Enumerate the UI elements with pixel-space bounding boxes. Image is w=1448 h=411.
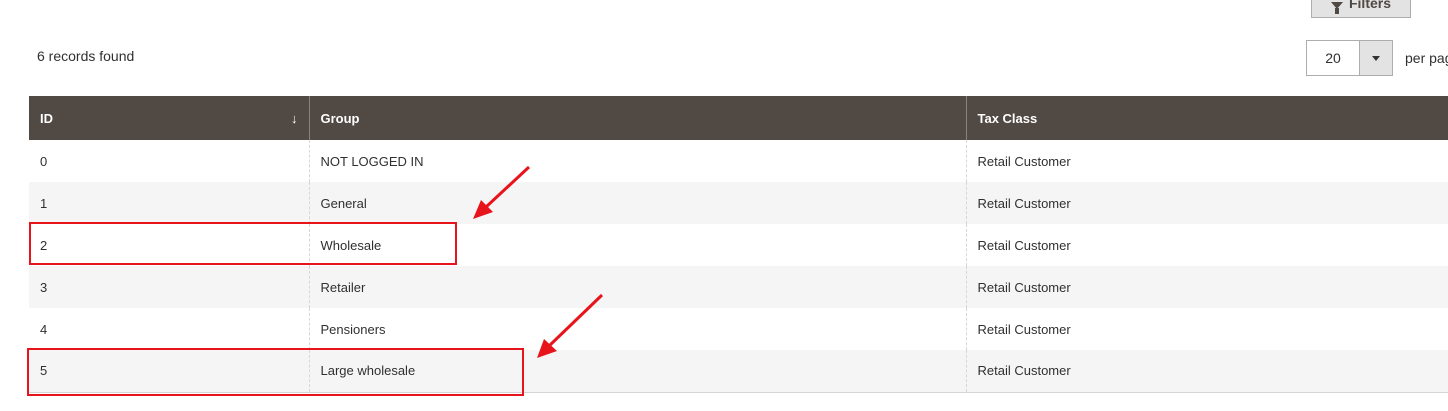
arrow-annotation-icon <box>484 165 531 209</box>
annotation-arrows <box>473 165 604 358</box>
arrow-annotation-icon <box>547 293 604 348</box>
